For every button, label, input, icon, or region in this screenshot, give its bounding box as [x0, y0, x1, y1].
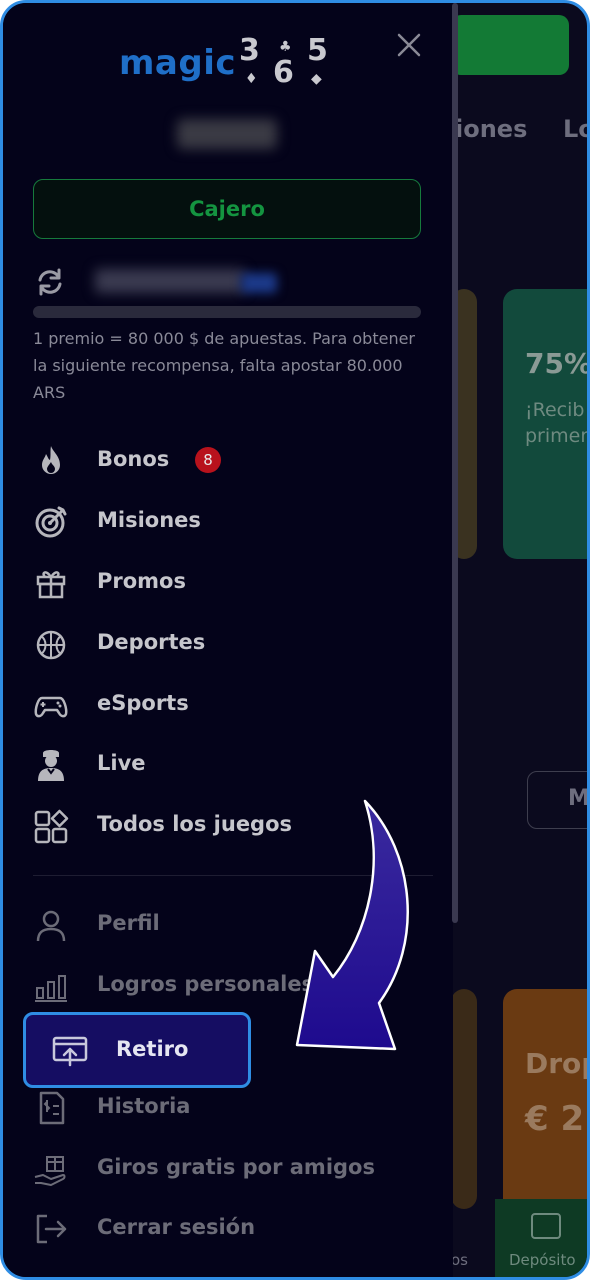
pointer-arrow-icon	[295, 799, 409, 1051]
bonos-count-badge: 8	[195, 447, 221, 473]
menu-label-retiro: Retiro	[116, 1037, 189, 1061]
menu-item-live[interactable]: Live	[33, 745, 433, 785]
bg-bottom-nav-label: os	[451, 1251, 468, 1269]
menu-item-misiones[interactable]: Misiones	[33, 502, 433, 542]
side-drawer: magic 3 6 5 ♦ ♣ ◆ Cajero 1 premio = 80 0…	[3, 3, 453, 1277]
bg-drop-title: Drop	[525, 1047, 587, 1080]
reward-description: 1 premio = 80 000 $ de apuestas. Para ob…	[33, 329, 416, 402]
bg-header-button	[451, 15, 569, 75]
menu-label-logros-personales: Logros personales	[97, 972, 315, 996]
bonus-title-blurred	[95, 269, 245, 293]
bonus-badge-blurred	[241, 273, 277, 293]
logo-word: magic	[119, 43, 237, 83]
menu-label-promos: Promos	[97, 569, 186, 593]
refresh-icon[interactable]	[35, 267, 65, 297]
menu-item-promos[interactable]: Promos	[33, 563, 433, 603]
drawer-scrollbar[interactable]	[452, 3, 458, 923]
logo-cherry-icon: ♣	[279, 39, 292, 55]
bg-deposit-label: Depósito	[509, 1251, 576, 1269]
menu-item-deportes[interactable]: Deportes	[33, 624, 433, 664]
withdraw-icon	[52, 1036, 88, 1067]
bg-promo-title: 75%	[525, 347, 590, 380]
reward-progress-bar	[33, 306, 421, 318]
username-blurred	[177, 119, 277, 149]
menu-label-bonos: Bonos	[97, 447, 170, 471]
gift-hand-icon	[34, 1156, 66, 1186]
menu-item-giros-gratis[interactable]: Giros gratis por amigos	[33, 1149, 433, 1189]
receipt-icon	[39, 1091, 65, 1125]
bg-drop-amount: € 2	[525, 1099, 585, 1139]
menu-label-perfil: Perfil	[97, 911, 160, 935]
menu-item-retiro[interactable]: Retiro	[23, 1012, 251, 1088]
logo-diamond-icon: ◆	[311, 71, 322, 87]
target-icon	[35, 506, 67, 538]
fire-icon	[42, 446, 60, 474]
logo-digit-5: 5	[307, 33, 328, 68]
close-icon[interactable]	[395, 31, 423, 59]
menu-item-bonos[interactable]: Bonos 8	[33, 441, 433, 481]
wallet-icon	[531, 1213, 561, 1239]
bg-tab-other: Lo	[563, 115, 587, 143]
menu-label-giros-gratis: Giros gratis por amigos	[97, 1155, 375, 1179]
logo-flame-icon: ♦	[245, 71, 258, 87]
menu-label-esports: eSports	[97, 691, 189, 715]
logout-icon	[36, 1214, 67, 1244]
menu-label-misiones: Misiones	[97, 508, 201, 532]
bg-more-button: M	[527, 771, 587, 829]
bg-tab-misiones: iones	[455, 115, 528, 143]
bg-promo-text: ¡Recib primer	[525, 399, 589, 447]
menu-item-esports[interactable]: eSports	[33, 685, 433, 725]
user-icon	[36, 910, 66, 942]
gamepad-icon	[34, 696, 68, 718]
basketball-icon	[36, 630, 66, 660]
menu-item-cerrar-sesion[interactable]: Cerrar sesión	[33, 1209, 433, 1249]
logo-digit-3: 3	[239, 33, 260, 68]
menu-item-historia[interactable]: Historia	[33, 1088, 433, 1128]
menu-label-historia: Historia	[97, 1094, 191, 1118]
menu-label-live: Live	[97, 751, 146, 775]
bar-chart-icon	[35, 975, 67, 1002]
bg-game-card-2	[451, 989, 477, 1209]
bg-deposit-tab: Depósito	[495, 1199, 587, 1277]
grid-icon	[34, 809, 69, 844]
menu-label-deportes: Deportes	[97, 630, 206, 654]
bg-promo-card: 75% ¡Recib primer	[503, 289, 590, 559]
menu-label-cerrar-sesion: Cerrar sesión	[97, 1215, 256, 1239]
cashier-button[interactable]: Cajero	[33, 179, 421, 239]
menu-label-todos-los-juegos: Todos los juegos	[97, 812, 293, 836]
gift-icon	[36, 571, 66, 599]
bg-drop-card: Drop € 2	[503, 989, 587, 1219]
dealer-icon	[38, 750, 64, 781]
logo-digit-6: 6	[273, 55, 294, 90]
phone-frame: iones Lo 75% ¡Recibprimer M Drop € 2 os …	[0, 0, 590, 1280]
